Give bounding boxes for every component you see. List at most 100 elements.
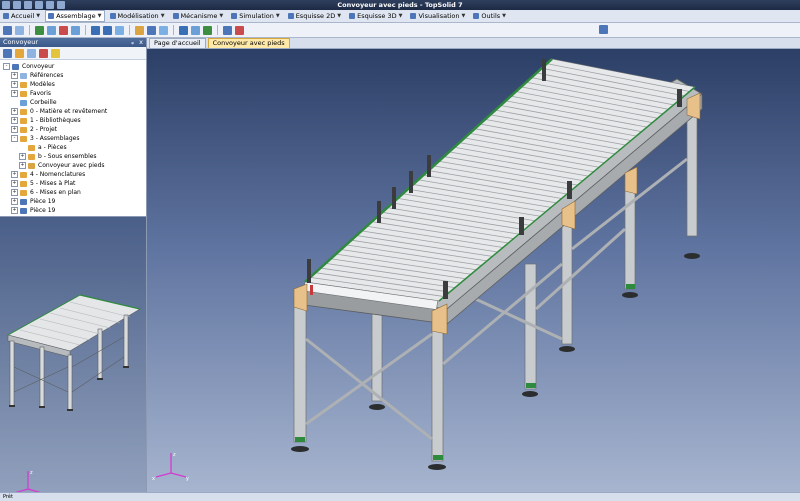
- separator: [217, 25, 218, 35]
- tree-node-label: Favoris: [30, 90, 52, 97]
- assembly-icon: [28, 162, 35, 169]
- tree-node[interactable]: + Convoyeur avec pieds: [19, 161, 105, 170]
- view-icon[interactable]: [159, 25, 168, 35]
- preview-model: [7, 294, 141, 411]
- tree-node[interactable]: - Convoyeur: [3, 62, 54, 71]
- chevron-down-icon[interactable]: ▼: [276, 13, 280, 19]
- ribbon-tab-8[interactable]: Outils ▼: [470, 10, 509, 22]
- tree-node[interactable]: + Modèles: [11, 80, 55, 89]
- chevron-down-icon[interactable]: ▼: [219, 13, 223, 19]
- tree-node[interactable]: - 3 - Assemblages: [11, 134, 79, 143]
- ribbon-tab-7[interactable]: Visualisation ▼: [407, 10, 468, 22]
- ribbon-toolbar: [0, 23, 800, 38]
- tree-expander[interactable]: -: [11, 135, 18, 142]
- help-icon[interactable]: [599, 25, 608, 34]
- arrange-icon[interactable]: [223, 25, 232, 35]
- measure-icon[interactable]: [135, 25, 144, 35]
- tree-node-label: 3 - Assemblages: [30, 135, 80, 142]
- flag-icon[interactable]: [39, 48, 48, 58]
- models-icon: [20, 81, 27, 88]
- tree-expander[interactable]: +: [11, 189, 18, 196]
- ribbon-tab-4[interactable]: Simulation ▼: [228, 10, 282, 22]
- chevron-down-icon[interactable]: ▼: [36, 13, 40, 19]
- tree-expander[interactable]: +: [11, 171, 18, 178]
- tree-expander[interactable]: +: [11, 90, 18, 97]
- section-icon[interactable]: [147, 25, 156, 35]
- tree-icon[interactable]: [3, 48, 12, 58]
- ribbon-tab-0[interactable]: Accueil ▼: [0, 10, 43, 22]
- tree-expander[interactable]: +: [11, 117, 18, 124]
- folder-view-icon[interactable]: [15, 48, 24, 58]
- tree-expander[interactable]: +: [11, 207, 18, 214]
- chevron-down-icon[interactable]: ▼: [462, 13, 466, 19]
- tree-expander[interactable]: +: [19, 162, 26, 169]
- chevron-down-icon[interactable]: ▼: [161, 13, 165, 19]
- tab-icon: [410, 13, 417, 19]
- tree-node[interactable]: + Favoris: [11, 89, 51, 98]
- axis-triad-icon: z x y: [152, 452, 189, 481]
- tree-node-label: a - Pièces: [38, 144, 67, 151]
- tree-node[interactable]: + Références: [11, 71, 63, 80]
- ribbon-tab-6[interactable]: Esquisse 3D ▼: [346, 10, 405, 22]
- interference-icon[interactable]: [235, 25, 244, 35]
- tree-node[interactable]: +1 - Bibliothèques: [11, 116, 81, 125]
- list-icon[interactable]: [27, 48, 36, 58]
- sketch-icon[interactable]: [191, 25, 200, 35]
- tree-node[interactable]: +0 - Matière et revêtement: [11, 107, 107, 116]
- 3d-viewport[interactable]: z x y: [147, 49, 800, 492]
- close-icon[interactable]: x: [139, 38, 143, 47]
- tree-node[interactable]: +2 - Projet: [11, 125, 57, 134]
- tree-node[interactable]: +6 - Mises en plan: [11, 188, 81, 197]
- tree-node-label: Pièce 19: [30, 207, 56, 214]
- chevron-down-icon[interactable]: ▼: [337, 13, 341, 19]
- tree-expander[interactable]: +: [11, 72, 18, 79]
- folder-icon: [20, 171, 27, 178]
- pin-icon[interactable]: ᵩ: [131, 38, 134, 47]
- tree-expander[interactable]: +: [11, 81, 18, 88]
- axis-icon[interactable]: [71, 25, 80, 35]
- tree-node[interactable]: +5 - Mises à Plat: [11, 179, 75, 188]
- tree-expander[interactable]: +: [11, 108, 18, 115]
- constraint-icon[interactable]: [35, 25, 44, 35]
- chevron-down-icon[interactable]: ▼: [98, 13, 102, 19]
- ribbon-tab-1[interactable]: Assemblage ▼: [45, 10, 105, 22]
- tab-document-0[interactable]: Page d'accueil: [149, 38, 206, 48]
- tree-node[interactable]: a - Pièces: [19, 143, 67, 152]
- tree-expander[interactable]: -: [3, 63, 10, 70]
- explode-icon[interactable]: [115, 25, 124, 35]
- tree-node[interactable]: + Pièce 19: [11, 197, 55, 206]
- include-icon[interactable]: [15, 25, 24, 35]
- favorites-icon: [20, 90, 27, 97]
- tree-node-label: 2 - Projet: [30, 126, 58, 133]
- symmetry-icon[interactable]: [103, 25, 112, 35]
- tree-expander[interactable]: +: [11, 198, 18, 205]
- ribbon-tab-5[interactable]: Esquisse 2D ▼: [285, 10, 344, 22]
- tree-node-label: Modèles: [30, 81, 55, 88]
- folder-icon: [20, 108, 27, 115]
- tree-node[interactable]: + b - Sous ensembles: [19, 152, 97, 161]
- tree-node[interactable]: Corbeille: [11, 98, 57, 107]
- panel-header: Convoyeur ᵩ x: [0, 38, 146, 47]
- folder-icon: [28, 153, 35, 160]
- tab-document-1[interactable]: Convoyeur avec pieds: [207, 38, 290, 48]
- point-icon[interactable]: [59, 25, 68, 35]
- plane-icon[interactable]: [47, 25, 56, 35]
- tree-node[interactable]: +4 - Nomenclatures: [11, 170, 85, 179]
- folder-icon: [20, 180, 27, 187]
- assembly-icon[interactable]: [3, 25, 12, 35]
- repetition-icon[interactable]: [91, 25, 100, 35]
- tree-node-label: 0 - Matière et revêtement: [30, 108, 108, 115]
- ribbon-tab-label: Accueil: [11, 12, 35, 20]
- solid-icon[interactable]: [203, 25, 212, 35]
- flow-icon[interactable]: [179, 25, 188, 35]
- ribbon-tab-2[interactable]: Modélisation ▼: [107, 10, 168, 22]
- tree-expander[interactable]: +: [11, 126, 18, 133]
- tree-expander[interactable]: +: [19, 153, 26, 160]
- ribbon-tab-3[interactable]: Mécanisme ▼: [170, 10, 227, 22]
- tree-node[interactable]: + Pièce 19: [11, 206, 55, 215]
- chevron-down-icon[interactable]: ▼: [502, 13, 506, 19]
- chevron-down-icon[interactable]: ▼: [399, 13, 403, 19]
- tree-expander[interactable]: +: [11, 180, 18, 187]
- document-tabs: Page d'accueil Convoyeur avec pieds: [147, 38, 800, 49]
- warning-icon[interactable]: [51, 48, 60, 58]
